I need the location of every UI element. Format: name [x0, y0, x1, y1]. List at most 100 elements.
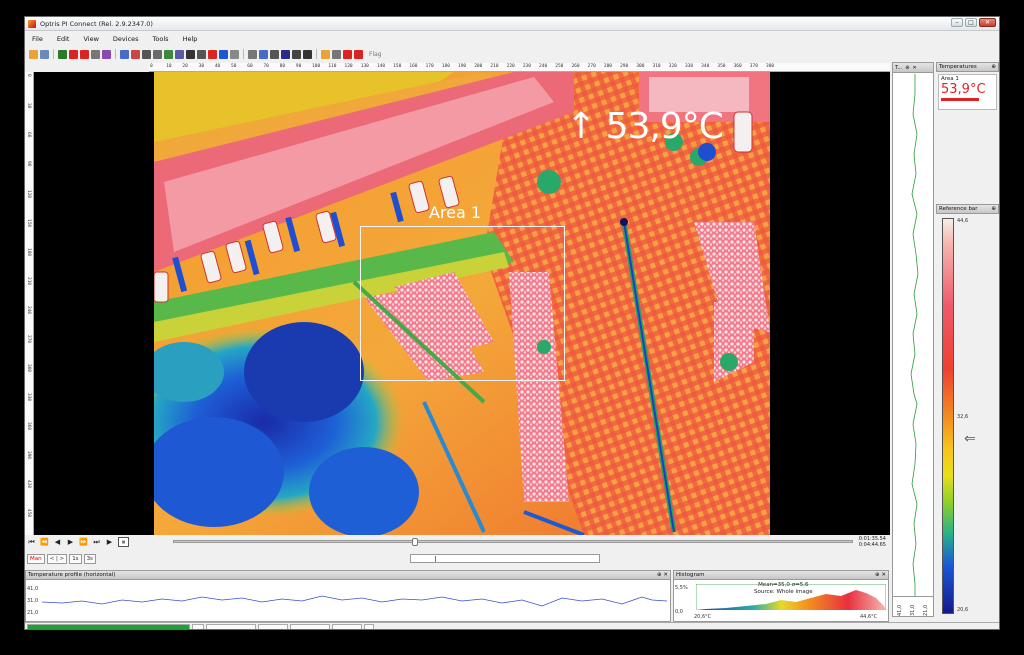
ruler-tick-label: 10: [166, 64, 172, 69]
grid-icon[interactable]: [270, 49, 279, 59]
ruler-tick-label: 300: [636, 64, 645, 69]
toolbar-separator: [53, 49, 54, 59]
play-button[interactable]: ▶: [103, 538, 116, 546]
reference-bar-header: Reference bar ⊕: [936, 204, 999, 214]
range-button[interactable]: < | >: [46, 554, 68, 564]
pin-icon[interactable]: ⊕: [905, 65, 909, 71]
ruler-tick-label: 280: [603, 64, 613, 69]
ruler-tick-label: 270: [587, 64, 596, 69]
minimize-button[interactable]: –: [951, 18, 963, 27]
status-cell: [364, 623, 374, 629]
app-window: Optris PI Connect (Rel. 2.9.2347.0) – □ …: [24, 16, 1000, 630]
flag-button[interactable]: Flag: [369, 51, 382, 58]
ruler-tick-label: 60: [247, 64, 253, 69]
horizontal-scrollbar[interactable]: [410, 554, 600, 563]
panel-controls[interactable]: ⊕ ✕: [657, 572, 668, 578]
rewind-button[interactable]: ⏪: [38, 538, 51, 546]
menu-view[interactable]: View: [76, 35, 105, 43]
close-icon[interactable]: ✕: [912, 65, 916, 71]
step-3s-button[interactable]: 3s: [83, 554, 96, 564]
tools-icon[interactable]: [292, 49, 301, 59]
record-icon[interactable]: [80, 49, 89, 59]
pin-icon[interactable]: ⊕: [991, 206, 996, 212]
ruler-tick-label: 170: [425, 64, 434, 69]
ruler-tick-label: 380: [766, 64, 775, 69]
table-icon[interactable]: [142, 49, 151, 59]
copy-icon[interactable]: [120, 49, 129, 59]
reference-icon[interactable]: [354, 49, 363, 59]
scroll-grip[interactable]: [435, 556, 436, 562]
ruler-tick-label: 110: [328, 64, 337, 69]
maximize-button[interactable]: □: [965, 18, 977, 27]
ruler-tick-label: 150: [26, 219, 31, 228]
profile-y-low: 21,0: [27, 610, 39, 616]
alarm-icon[interactable]: [321, 49, 330, 59]
open-icon[interactable]: [29, 49, 38, 59]
measure-icon[interactable]: [197, 49, 206, 59]
ruler-tick-label: 60: [26, 132, 31, 138]
vertical-profile-plot: [910, 74, 919, 597]
area-icon[interactable]: [164, 49, 173, 59]
coldspot-icon[interactable]: [219, 49, 228, 59]
ruler-tick-label: 90: [26, 161, 31, 167]
ruler-tick-label: 150: [393, 64, 402, 69]
ruler-tick-label: 30: [198, 64, 205, 69]
pause-button[interactable]: ⏸: [118, 537, 129, 547]
line-icon[interactable]: [175, 49, 184, 59]
hotspot-icon[interactable]: [208, 49, 217, 59]
close-button[interactable]: ✕: [979, 18, 996, 27]
layout-icon[interactable]: [259, 49, 268, 59]
palette-icon[interactable]: [131, 49, 140, 59]
menu-devices[interactable]: Devices: [106, 35, 146, 43]
step-1s-button[interactable]: 1s: [69, 554, 82, 564]
manual-button[interactable]: Man: [27, 554, 45, 564]
ruler-tick-label: 390: [26, 451, 31, 460]
reference-bar-title: Reference bar: [939, 206, 978, 212]
zoom-icon[interactable]: [332, 49, 341, 59]
menu-file[interactable]: File: [25, 35, 50, 43]
temperatures-panel-title: Temperatures: [939, 64, 977, 70]
color-icon[interactable]: [343, 49, 352, 59]
ruler-tick-label: 140: [376, 64, 386, 69]
ruler-tick-label: 0: [26, 74, 31, 77]
chart-icon[interactable]: [153, 49, 162, 59]
fast-forward-button[interactable]: ⏩: [77, 538, 90, 546]
scale-pointer-arrow-icon[interactable]: ⇐: [964, 432, 976, 446]
first-frame-button[interactable]: ⏮: [25, 538, 38, 547]
snapshot-icon[interactable]: [91, 49, 100, 59]
ruler-tick-label: 210: [26, 277, 31, 286]
pin-icon[interactable]: ⊕: [991, 64, 996, 70]
focus-icon[interactable]: [248, 49, 257, 59]
area-temperature-card[interactable]: Area 1 53,9°C: [938, 74, 997, 110]
toolbar-separator: [243, 49, 244, 59]
histogram-y-min: 0,0: [675, 609, 683, 615]
play-icon[interactable]: [58, 49, 67, 59]
menu-tools[interactable]: Tools: [146, 35, 176, 43]
measurement-area-box[interactable]: [360, 226, 565, 381]
graph-icon[interactable]: [186, 49, 195, 59]
last-frame-button[interactable]: ⏭: [90, 538, 103, 547]
camera-icon[interactable]: [102, 49, 111, 59]
save-icon[interactable]: [40, 49, 49, 59]
fullscreen-icon[interactable]: [281, 49, 290, 59]
ruler-tick-label: 220: [506, 64, 515, 69]
menu-edit[interactable]: Edit: [50, 35, 77, 43]
line-profile-icon[interactable]: [230, 49, 239, 59]
panel-controls[interactable]: ⊕ ✕: [875, 572, 886, 578]
menu-help[interactable]: Help: [176, 35, 205, 43]
ruler-tick-label: 290: [620, 64, 629, 69]
playback-bar: ⏮ ⏪ ◀ ▶ ⏩ ⏭ ▶ ⏸ 0:01:35.54 0:04:44.65: [25, 535, 890, 549]
scale-min-label: 20,6: [957, 607, 969, 613]
color-scale-bar[interactable]: [942, 218, 954, 614]
scale-mid-label: 32,6: [957, 414, 969, 420]
vp-scale-high: 41,0: [896, 604, 903, 616]
ruler-tick-label: 310: [652, 64, 661, 69]
seek-thumb[interactable]: [412, 538, 418, 546]
step-back-button[interactable]: ◀: [51, 538, 64, 546]
seek-track[interactable]: [173, 538, 853, 546]
step-forward-button[interactable]: ▶: [64, 538, 77, 546]
settings-icon[interactable]: [303, 49, 312, 59]
secondary-controls: Man < | > 1s 3s: [25, 552, 890, 566]
ruler-tick-label: 260: [571, 64, 580, 69]
stop-icon[interactable]: [69, 49, 78, 59]
